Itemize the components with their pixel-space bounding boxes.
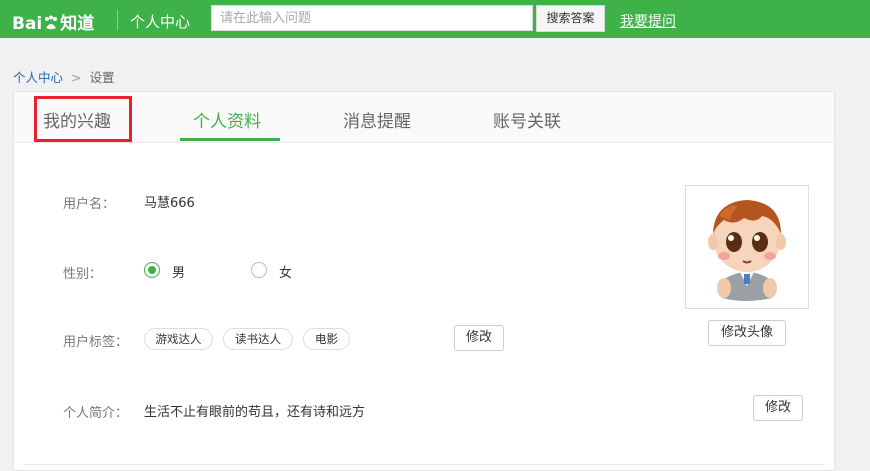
avatar — [708, 200, 786, 301]
user-tag: 游戏达人 — [144, 328, 213, 350]
bio-label: 个人简介： — [63, 406, 129, 421]
gender-female-radio[interactable] — [251, 262, 267, 278]
bio-value: 生活不止有眼前的苟且，还有诗和远方 — [144, 405, 366, 420]
user-tag: 读书达人 — [223, 328, 293, 350]
edit-bio-button[interactable]: 修改 — [753, 395, 803, 421]
settings-panel: 我的兴趣 个人资料 消息提醒 账号关联 用户名： 马慧666 性别： 男 女 用… — [13, 91, 835, 471]
search-input[interactable] — [211, 5, 533, 31]
search-button[interactable]: 搜索答案 — [536, 5, 605, 32]
breadcrumb-separator: > — [71, 70, 82, 85]
change-avatar-button[interactable]: 修改头像 — [708, 320, 786, 346]
logo-divider — [117, 10, 118, 30]
logo-text: Bai — [12, 14, 43, 34]
tags-label: 用户标签： — [63, 335, 129, 350]
baidu-paw-icon — [45, 15, 58, 30]
site-section-title[interactable]: 个人中心 — [130, 11, 190, 32]
breadcrumb: 个人中心 > 设置 — [13, 67, 115, 86]
breadcrumb-current: 设置 — [89, 70, 115, 85]
settings-tabs: 我的兴趣 个人资料 消息提醒 账号关联 — [14, 92, 834, 143]
tab-notifications[interactable]: 消息提醒 — [343, 107, 411, 132]
tab-profile[interactable]: 个人资料 — [193, 107, 261, 132]
section-divider — [24, 464, 824, 465]
gender-male-label: 男 — [172, 266, 186, 281]
baidu-zhidao-logo[interactable]: Bai 知道 — [12, 9, 94, 34]
avatar-frame — [685, 185, 809, 309]
username-value: 马慧666 — [144, 196, 195, 211]
active-tab-indicator — [180, 138, 280, 141]
logo-text-cn: 知道 — [60, 14, 95, 34]
highlight-annotation-box — [34, 96, 132, 142]
breadcrumb-home-link[interactable]: 个人中心 — [13, 70, 63, 85]
gender-female-label: 女 — [279, 266, 293, 281]
user-tag: 电影 — [303, 328, 350, 350]
gender-label: 性别： — [63, 267, 103, 282]
ask-question-link[interactable]: 我要提问 — [620, 11, 676, 31]
gender-male-radio[interactable] — [144, 262, 160, 278]
edit-tags-button[interactable]: 修改 — [454, 325, 504, 351]
top-navbar: Bai 知道 个人中心 搜索答案 我要提问 — [0, 0, 870, 38]
tab-account-links[interactable]: 账号关联 — [493, 107, 561, 132]
username-label: 用户名： — [63, 197, 116, 212]
